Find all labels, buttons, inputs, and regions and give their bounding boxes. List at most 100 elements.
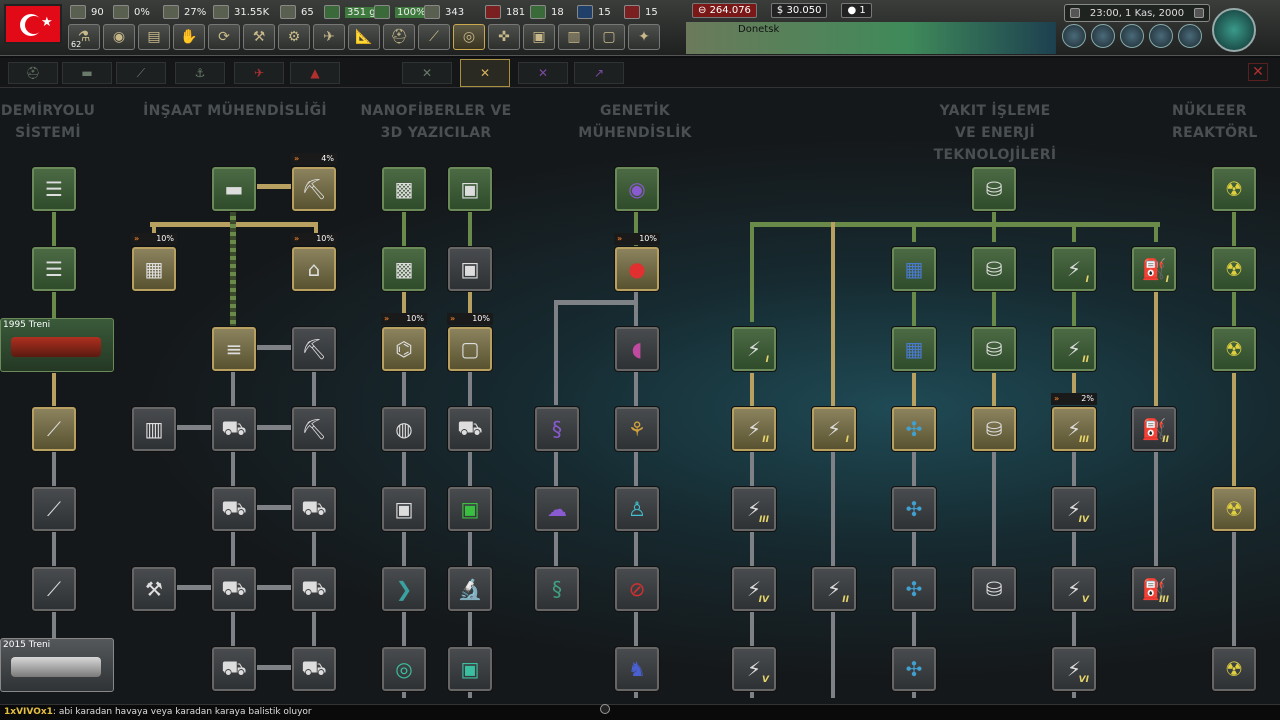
tech-wind-1[interactable]: ✣	[891, 406, 937, 452]
tech-refinery-1[interactable]: ⛁	[971, 246, 1017, 292]
naval-icon[interactable]	[1120, 24, 1144, 48]
tech-power-3[interactable]: ⚡ III	[731, 486, 777, 532]
tab-special-2[interactable]: ↗	[574, 62, 624, 84]
special-button[interactable]: ✦	[628, 24, 660, 50]
tech-nanofiber-6[interactable]: ❯	[381, 566, 427, 612]
tech-nuclear-2[interactable]: ☢	[1211, 246, 1257, 292]
tech-nuclear-1[interactable]: ☢	[1211, 166, 1257, 212]
army-button[interactable]: ⛑	[383, 24, 415, 50]
supply-icon[interactable]	[1091, 24, 1115, 48]
tech-3d-printer-1[interactable]: ▣	[447, 166, 493, 212]
tech-grid-1[interactable]: ⚡ I	[1051, 246, 1097, 292]
tech-truck[interactable]: ⛟	[291, 486, 337, 532]
tech-truck-2[interactable]: ⛟	[291, 566, 337, 612]
research-button[interactable]: ⚗ 62	[68, 24, 100, 50]
tech-dump-truck[interactable]: ⛟	[211, 646, 257, 692]
political-power[interactable]: 90	[70, 3, 104, 21]
tab-engineering[interactable]: ✕	[402, 62, 452, 84]
decisions-button[interactable]: ▤	[138, 24, 170, 50]
tech-nanofiber-7[interactable]: ◎	[381, 646, 427, 692]
tech-grid-6[interactable]: ⚡ VI	[1051, 646, 1097, 692]
scroll-handle[interactable]	[600, 704, 610, 714]
tab-armor[interactable]: ▬	[62, 62, 112, 84]
tech-refinery-2[interactable]: ⛁	[971, 326, 1017, 372]
tech-power-2[interactable]: ⚡ II	[731, 406, 777, 452]
tech-grid-2[interactable]: ⚡ II	[1051, 326, 1097, 372]
intelligence-button[interactable]: ◉	[103, 24, 135, 50]
tech-grid-5[interactable]: ⚡ V	[1051, 566, 1097, 612]
tech-3d-printer-7[interactable]: ▣	[447, 646, 493, 692]
convoys[interactable]: 343	[424, 3, 464, 21]
globe-icon[interactable]	[1212, 8, 1256, 52]
air-mode-icon[interactable]	[1149, 24, 1173, 48]
tech-wheat[interactable]: ⚘	[614, 406, 660, 452]
chat-bar[interactable]: 1xVIVOx1: abi karadan havaya veya karada…	[0, 704, 1280, 720]
tech-construction-1[interactable]: ▬	[211, 166, 257, 212]
tech-excavator-3[interactable]: ⛏	[291, 406, 337, 452]
tech-solar-1[interactable]: ▦	[891, 246, 937, 292]
tech-loader-2[interactable]: ⛟	[211, 566, 257, 612]
tech-refinery-4[interactable]: ⛁	[971, 566, 1017, 612]
tech-excavator-2[interactable]: ⛏	[291, 326, 337, 372]
tech-3d-printer-2[interactable]: ▣	[447, 246, 493, 292]
tech-nuclear-5[interactable]: ☢	[1211, 646, 1257, 692]
tech-nuclear-3[interactable]: ☢	[1211, 326, 1257, 372]
country-flag[interactable]: ★	[4, 4, 62, 44]
tech-button[interactable]: ◎	[453, 24, 485, 50]
close-button[interactable]: ✕	[1248, 63, 1268, 81]
tech-solar-2[interactable]: ▦	[891, 326, 937, 372]
tech-gmo-apple[interactable]: ●	[614, 246, 660, 292]
tech-grid-4[interactable]: ⚡ IV	[1051, 486, 1097, 532]
tab-naval[interactable]: ⚓	[175, 62, 225, 84]
tab-infantry[interactable]: ⛑	[8, 62, 58, 84]
treasury-value[interactable]: ● 1	[841, 3, 872, 18]
documents-button[interactable]: ▢	[593, 24, 625, 50]
tech-rail-4[interactable]: ⟋	[31, 486, 77, 532]
tech-nanofiber-3[interactable]: ⌬	[381, 326, 427, 372]
tech-dna-1[interactable]: §	[534, 406, 580, 452]
tab-air[interactable]: ✈	[234, 62, 284, 84]
logistics-button[interactable]: 📐	[348, 24, 380, 50]
tech-concrete[interactable]: ▦	[131, 246, 177, 292]
tab-industry[interactable]: ✕	[460, 59, 510, 87]
train-1995-card[interactable]: 1995 Treni	[0, 318, 114, 372]
tech-clone-horse[interactable]: ♞	[614, 646, 660, 692]
tech-rail-5[interactable]: ⟋	[31, 566, 77, 612]
command-power[interactable]: 181	[485, 3, 525, 21]
tech-rail-1[interactable]: ☰	[31, 166, 77, 212]
research-star[interactable]: 18	[530, 3, 564, 21]
tab-artillery[interactable]: ⟋	[116, 62, 166, 84]
intel-agency-button[interactable]: ▣	[523, 24, 555, 50]
air-button[interactable]: ⟋	[418, 24, 450, 50]
tech-genetics-1[interactable]: ◉	[614, 166, 660, 212]
tech-3d-printer-6[interactable]: 🔬	[447, 566, 493, 612]
tech-nanofiber-5[interactable]: ▣	[381, 486, 427, 532]
cash-value[interactable]: $ 30.050	[770, 3, 828, 18]
tech-grid-3[interactable]: ⚡ III	[1051, 406, 1097, 452]
fuel[interactable]: 351 g	[324, 3, 378, 21]
tech-oil-2[interactable]: ⛽ II	[1131, 406, 1177, 452]
tech-no-virus[interactable]: ⊘	[614, 566, 660, 612]
tech-excavator[interactable]: ⛏	[291, 166, 337, 212]
tech-nuclear-4[interactable]: ☢	[1211, 486, 1257, 532]
tech-3d-printer-3[interactable]: ▢	[447, 326, 493, 372]
target-button[interactable]: ✜	[488, 24, 520, 50]
tab-missile[interactable]: ▲	[290, 62, 340, 84]
tech-power-1[interactable]: ⚡ I	[731, 326, 777, 372]
tech-fuel-1[interactable]: ⛁	[971, 166, 1017, 212]
war-support[interactable]: 27%	[163, 3, 206, 21]
tech-oil-3[interactable]: ⛽ III	[1131, 566, 1177, 612]
blue-star[interactable]: 15	[577, 3, 611, 21]
tech-3d-printer-4[interactable]: ⛟	[447, 406, 493, 452]
map-mode-icon[interactable]	[1062, 24, 1086, 48]
factions-button[interactable]: ▥	[558, 24, 590, 50]
tech-hydro-2[interactable]: ⚡ II	[811, 566, 857, 612]
tech-wind-2[interactable]: ✣	[891, 486, 937, 532]
tech-hydro-1[interactable]: ⚡ I	[811, 406, 857, 452]
tech-rail-2[interactable]: ☰	[31, 246, 77, 292]
settings-icon[interactable]	[1178, 24, 1202, 48]
tech-rail-3[interactable]: ⟋	[31, 406, 77, 452]
factories[interactable]: 65	[280, 3, 314, 21]
tech-wall[interactable]: ▥	[131, 406, 177, 452]
tech-construction-2[interactable]: ≡	[211, 326, 257, 372]
